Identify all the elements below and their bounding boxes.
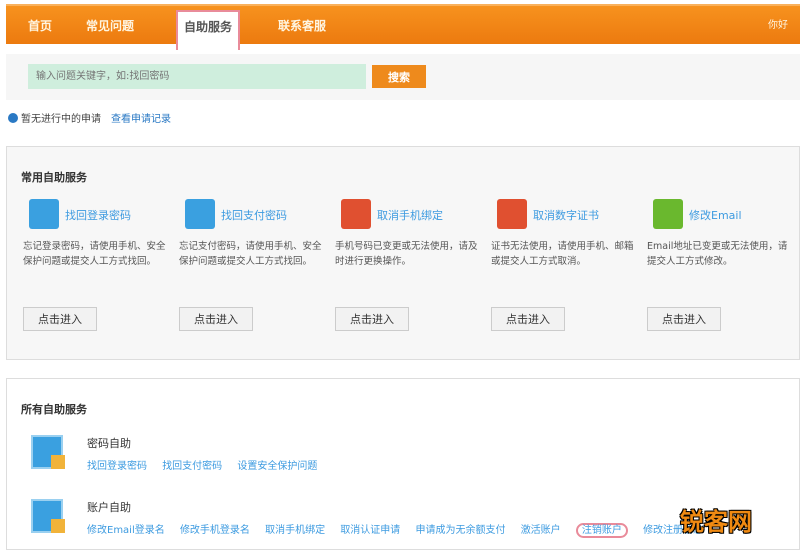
info-icon	[8, 113, 18, 123]
service-card-title[interactable]: 找回支付密码	[221, 207, 287, 223]
nav-faq[interactable]: 常见问题	[86, 6, 134, 46]
search-button[interactable]: 搜索	[372, 65, 426, 88]
service-card-title[interactable]: 修改Email	[689, 207, 742, 223]
group-links: 找回登录密码 找回支付密码 设置安全保护问题	[87, 457, 787, 472]
nav-self-service[interactable]: 自助服务	[176, 10, 241, 50]
email-icon	[653, 199, 683, 229]
key-icon	[185, 199, 215, 229]
search-bar: 搜索	[6, 54, 800, 100]
service-card-title[interactable]: 取消手机绑定	[377, 207, 443, 223]
service-link[interactable]: 申请成为无余额支付	[416, 525, 506, 536]
enter-button[interactable]: 点击进入	[179, 307, 253, 331]
service-link[interactable]: 修改Email登录名	[87, 525, 165, 536]
search-input[interactable]	[28, 64, 366, 89]
service-card-desc: 证书无法使用，请使用手机、邮箱或提交人工方式取消。	[491, 241, 634, 267]
user-lock-icon	[31, 499, 65, 533]
service-link[interactable]: 找回登录密码	[87, 461, 147, 472]
top-nav: 首页 常见问题 自助服务 联系客服 你好	[6, 4, 800, 50]
section-title: 常用自助服务	[21, 171, 87, 184]
service-card-desc: 忘记支付密码，请使用手机、安全保护问题或提交人工方式找回。	[179, 241, 322, 267]
service-card-title[interactable]: 找回登录密码	[65, 207, 131, 223]
watermark: 锐客网	[680, 508, 752, 536]
service-card-title[interactable]: 取消数字证书	[533, 207, 599, 223]
service-link[interactable]: 取消认证申请	[340, 525, 400, 536]
nav-greeting: 你好	[768, 20, 788, 31]
status-text: 暂无进行中的申请	[21, 114, 101, 125]
common-services-panel: 常用自助服务 找回登录密码 忘记登录密码，请使用手机、安全保护问题或提交人工方式…	[6, 146, 800, 360]
key-lock-icon	[31, 435, 65, 469]
nav-home[interactable]: 首页	[28, 6, 52, 46]
service-link[interactable]: 找回支付密码	[162, 461, 222, 472]
key-icon	[29, 199, 59, 229]
cert-x-icon	[497, 199, 527, 229]
service-link[interactable]: 注销账户	[575, 523, 628, 538]
application-status: 暂无进行中的申请 查看申请记录	[8, 110, 171, 125]
enter-button[interactable]: 点击进入	[23, 307, 97, 331]
group-title: 密码自助	[87, 437, 131, 450]
enter-button[interactable]: 点击进入	[335, 307, 409, 331]
service-link[interactable]: 取消手机绑定	[265, 525, 325, 536]
service-card-desc: Email地址已变更或无法使用，请提交人工方式修改。	[647, 241, 788, 267]
group-account: 账户自助 修改Email登录名 修改手机登录名 取消手机绑定 取消认证申请 申请…	[31, 499, 791, 539]
service-card-desc: 忘记登录密码，请使用手机、安全保护问题或提交人工方式找回。	[23, 241, 166, 267]
service-link[interactable]: 激活账户	[521, 525, 561, 536]
phone-x-icon	[341, 199, 371, 229]
group-title: 账户自助	[87, 501, 131, 514]
group-password: 密码自助 找回登录密码 找回支付密码 设置安全保护问题	[31, 435, 791, 475]
nav-contact[interactable]: 联系客服	[278, 6, 326, 46]
service-link[interactable]: 修改手机登录名	[180, 525, 250, 536]
service-card-desc: 手机号码已变更或无法使用，请及时进行更换操作。	[335, 241, 478, 267]
view-records-link[interactable]: 查看申请记录	[111, 114, 171, 125]
service-link[interactable]: 设置安全保护问题	[237, 461, 317, 472]
enter-button[interactable]: 点击进入	[647, 307, 721, 331]
section-title: 所有自助服务	[21, 403, 87, 416]
enter-button[interactable]: 点击进入	[491, 307, 565, 331]
